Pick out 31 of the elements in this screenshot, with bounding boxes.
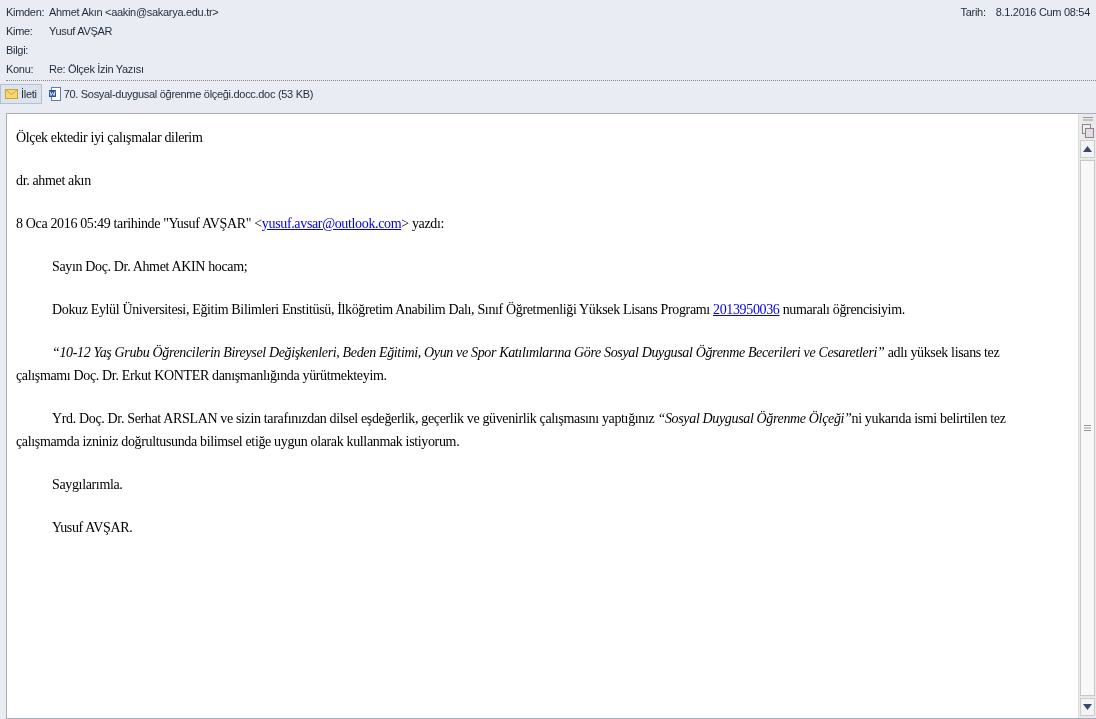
field-label: Bilgi: bbox=[6, 43, 30, 56]
body-paragraph: “10-12 Yaş Grubu Öğrencilerin Bireysel Değişkenleri, Beden Eğitimi, Oyun ve Spor Katılımlarına Göre Sosyal Duygusal Öğrenme Becerileri ve Cesaretleri” adlı yüksek lisans tez çalışmamı Doç. Dr. Erkut KONTER danışmanlığında yürütmekteyim. bbox=[16, 344, 1001, 385]
body-paragraph: dr. ahmet akın bbox=[16, 172, 92, 190]
body-paragraph: Ölçek ektedir iyi çalışmalar dilerim bbox=[16, 129, 204, 147]
scroll-down-button[interactable] bbox=[1080, 698, 1095, 716]
email-link[interactable]: yusuf.avsar@outlook.com bbox=[261, 216, 402, 231]
body-paragraph: Dokuz Eylül Üniversitesi, Eğitim Bilimleri Enstitüsü, İlköğretim Anabilim Dalı, Sınıf Öğretmenliği Yüksek Lisans Programı 2013950036 numaralı öğrencisiyim. bbox=[51, 301, 906, 319]
field-value: Ahmet Akın <aakin@sakarya.edu.tr> bbox=[49, 5, 219, 18]
field-label: Kime: bbox=[6, 24, 34, 37]
body-paragraph: Sayın Doç. Dr. Ahmet AKIN hocam; bbox=[51, 258, 249, 276]
scroll-up-button[interactable] bbox=[1080, 140, 1095, 158]
word-document-icon bbox=[48, 87, 61, 101]
attachment-tab[interactable]: 70. Sosyal-duygusal öğrenme ölçeği.docc.doc (53 KB) bbox=[43, 84, 319, 104]
field-value: Re: Ölçek İzin Yazısı bbox=[49, 62, 144, 75]
field-label: Konu: bbox=[6, 62, 35, 75]
body-paragraph: Yusuf AVŞAR. bbox=[51, 519, 134, 537]
field-label: Kimden: bbox=[6, 5, 46, 18]
envelope-icon bbox=[5, 89, 18, 99]
overlay-icon[interactable] bbox=[1081, 124, 1094, 138]
body-paragraph: Yrd. Doç. Dr. Serhat ARSLAN ve sizin tarafınızdan dilsel eşdeğerlik, geçerlik ve güvenirlik çalışmasını yaptığınız “Sosyal Duygusal Öğrenme Ölçeği”ni yukarıda ismi belirtilen tez çalışmamda izniniz doğrultusunda bilimsel etiğe uygun olarak kullanmak istiyorum. bbox=[16, 410, 1007, 451]
email-link[interactable]: 2013950036 bbox=[713, 302, 780, 317]
grip-icon bbox=[1084, 425, 1091, 431]
triangle-down-icon bbox=[1083, 704, 1092, 710]
split-handle-icon[interactable] bbox=[1082, 117, 1093, 121]
body-paragraph: 8 Oca 2016 05:49 tarihinde "Yusuf AVŞAR" <yusuf.avsar@outlook.com> yazdı: bbox=[16, 215, 446, 233]
message-tab[interactable]: İleti bbox=[0, 84, 42, 104]
date-label: Tarih: bbox=[960, 5, 986, 18]
body-paragraph: Saygılarımla. bbox=[51, 476, 124, 494]
date-value: 8.1.2016 Cum 08:54 bbox=[995, 5, 1090, 18]
triangle-up-icon bbox=[1083, 146, 1092, 152]
field-value: Yusuf AVŞAR bbox=[49, 24, 113, 37]
